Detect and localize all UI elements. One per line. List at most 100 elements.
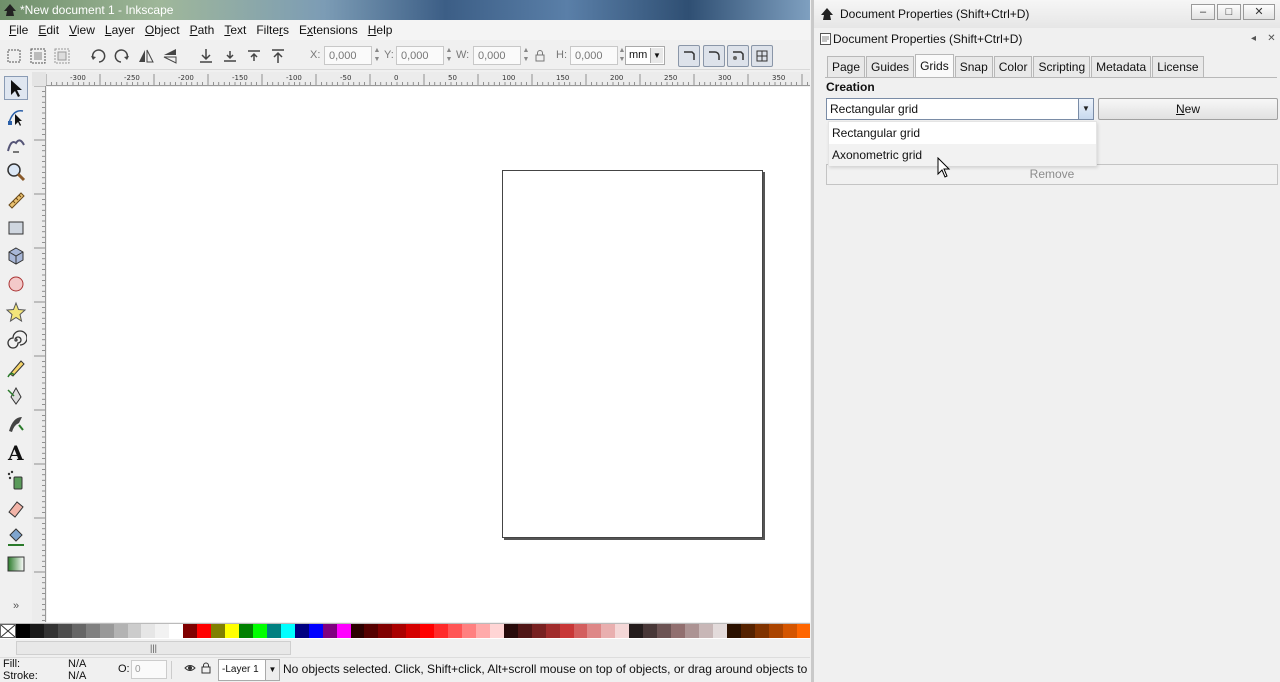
color-swatch[interactable] [657,624,672,638]
color-swatch[interactable] [294,624,309,638]
color-swatch[interactable] [406,624,421,638]
drawing-canvas[interactable] [47,87,810,622]
color-swatch[interactable] [252,624,267,638]
rotate-cw-icon[interactable] [112,46,132,66]
paint-bucket-tool-icon[interactable] [4,524,28,548]
chevron-down-icon[interactable]: ▼ [1078,99,1093,119]
menu-item-help[interactable]: Help [363,20,398,40]
color-swatch[interactable] [322,624,337,638]
grid-type-option[interactable]: Axonometric grid [829,144,1096,166]
menu-item-filters[interactable]: Filters [251,20,294,40]
color-swatch[interactable] [239,624,253,638]
color-swatch[interactable] [796,624,811,638]
color-swatch[interactable] [336,624,351,638]
menu-item-path[interactable]: Path [185,20,220,40]
more-tools-icon[interactable]: » [4,598,28,614]
unit-select[interactable]: mm ▼ [625,46,665,65]
color-swatch[interactable] [169,624,184,638]
minimize-button[interactable]: – [1191,4,1215,20]
horizontal-ruler[interactable]: -300 -250 -200 -150 -100 -50 0 50 100 150 200 250 30… [46,72,810,86]
select-all-layers-icon[interactable] [28,46,48,66]
color-swatch[interactable] [225,624,239,638]
tab-metadata[interactable]: Metadata [1091,56,1152,77]
color-swatch[interactable] [43,624,58,638]
3d-box-tool-icon[interactable] [4,244,28,268]
color-swatch[interactable] [155,624,170,638]
horizontal-scrollbar[interactable]: ||| [16,641,291,655]
color-swatch[interactable] [740,624,755,638]
menu-item-object[interactable]: Object [140,20,185,40]
color-swatch[interactable] [517,624,532,638]
spray-tool-icon[interactable] [4,468,28,492]
color-swatch[interactable] [601,624,616,638]
x-spinner[interactable]: ▲ ▼ [372,46,382,65]
deselect-icon[interactable] [52,46,72,66]
color-swatch[interactable] [85,624,100,638]
raise-to-top-icon[interactable] [268,46,288,66]
color-swatch[interactable] [308,624,323,638]
tab-snap[interactable]: Snap [954,56,993,77]
new-grid-button[interactable]: New [1098,98,1278,120]
no-paint-swatch[interactable] [0,624,16,638]
color-swatch[interactable] [113,624,128,638]
tweak-tool-icon[interactable] [4,132,28,156]
measure-tool-icon[interactable] [4,188,28,212]
select-all-icon[interactable] [4,46,24,66]
lock-icon[interactable] [201,662,211,677]
color-swatch[interactable] [587,624,602,638]
color-swatch[interactable] [29,624,44,638]
color-swatch[interactable] [420,624,435,638]
maximize-button[interactable]: □ [1217,4,1241,20]
opacity-input[interactable] [131,660,167,679]
color-swatch[interactable] [531,624,546,638]
w-input[interactable] [473,46,521,65]
tab-grids[interactable]: Grids [915,54,954,77]
y-spinner[interactable]: ▲ ▼ [444,46,454,65]
flip-vertical-icon[interactable] [160,46,180,66]
color-swatch[interactable] [629,624,644,638]
pencil-tool-icon[interactable] [4,356,28,380]
color-swatch[interactable] [698,624,713,638]
color-swatch[interactable] [462,624,476,638]
color-swatch[interactable] [127,624,142,638]
tab-guides[interactable]: Guides [866,56,915,77]
y-input[interactable] [396,46,444,65]
color-swatch[interactable] [545,624,560,638]
color-swatch[interactable] [280,624,295,638]
spiral-tool-icon[interactable] [4,328,28,352]
color-swatch[interactable] [782,624,797,638]
color-swatch[interactable] [489,624,504,638]
lower-to-bottom-icon[interactable] [196,46,216,66]
current-layer-select[interactable]: -Layer 1 ▼ [218,659,280,681]
color-swatch[interactable] [768,624,783,638]
color-swatch[interactable] [434,624,449,638]
color-swatch[interactable] [475,624,490,638]
zoom-tool-icon[interactable] [4,160,28,184]
menu-item-edit[interactable]: Edit [33,20,64,40]
color-swatch[interactable] [448,624,462,638]
color-swatch[interactable] [99,624,114,638]
text-tool-icon[interactable]: A [4,440,28,464]
menu-item-text[interactable]: Text [219,20,251,40]
remove-grid-button[interactable]: Remove [826,164,1278,185]
tab-license[interactable]: License [1152,56,1204,77]
color-swatch[interactable] [712,624,727,638]
color-swatch[interactable] [183,624,198,638]
color-swatch[interactable] [643,624,658,638]
menu-item-file[interactable]: File [4,20,33,40]
color-swatch[interactable] [16,624,30,638]
menu-item-layer[interactable]: Layer [100,20,140,40]
color-swatch[interactable] [364,624,379,638]
color-swatch[interactable] [754,624,769,638]
color-swatch[interactable] [211,624,226,638]
menu-item-extensions[interactable]: Extensions [294,20,363,40]
rotate-ccw-icon[interactable] [88,46,108,66]
lower-icon[interactable] [220,46,240,66]
transform-patterns-toggle[interactable] [751,45,773,67]
color-swatch[interactable] [503,624,518,638]
node-tool-icon[interactable] [4,104,28,128]
color-swatch[interactable] [615,624,630,638]
gradient-tool-icon[interactable] [4,552,28,576]
close-panel-icon[interactable]: ✕ [1265,32,1278,45]
color-swatch[interactable] [392,624,407,638]
